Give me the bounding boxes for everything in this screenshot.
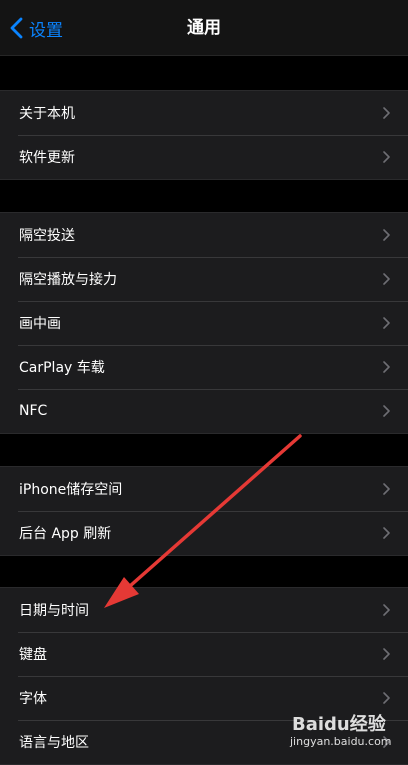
baidu-watermark: Baidu经验 jingyan.baidu.com <box>288 708 400 756</box>
settings-row-date-time[interactable]: 日期与时间 <box>0 588 408 632</box>
chevron-right-icon <box>383 405 390 417</box>
settings-row-iphone-storage[interactable]: iPhone储存空间 <box>0 467 408 511</box>
settings-row-about[interactable]: 关于本机 <box>0 91 408 135</box>
settings-group-storage: iPhone储存空间 后台 App 刷新 <box>0 466 408 556</box>
row-label: 日期与时间 <box>19 603 89 619</box>
row-label: 软件更新 <box>19 150 75 166</box>
chevron-right-icon <box>383 107 390 119</box>
settings-group-about: 关于本机 软件更新 <box>0 90 408 180</box>
chevron-right-icon <box>383 273 390 285</box>
settings-row-airdrop[interactable]: 隔空投送 <box>0 213 408 257</box>
settings-row-software-update[interactable]: 软件更新 <box>0 135 408 179</box>
row-label: 键盘 <box>19 647 47 663</box>
back-button[interactable]: 设置 <box>10 0 63 56</box>
row-label: 关于本机 <box>19 106 75 122</box>
navigation-bar: 设置 通用 <box>0 0 408 56</box>
chevron-right-icon <box>383 648 390 660</box>
row-label: 字体 <box>19 691 47 707</box>
row-label: 隔空投送 <box>19 228 75 244</box>
watermark-url: jingyan.baidu.com <box>290 735 392 748</box>
chevron-right-icon <box>383 692 390 704</box>
settings-row-airplay-handoff[interactable]: 隔空播放与接力 <box>0 257 408 301</box>
settings-group-connectivity: 隔空投送 隔空播放与接力 画中画 CarPlay 车载 NFC <box>0 212 408 434</box>
back-button-label: 设置 <box>29 20 63 41</box>
chevron-right-icon <box>383 317 390 329</box>
row-label: CarPlay 车载 <box>19 360 105 376</box>
baidu-logo: Baidu经验 <box>292 714 386 735</box>
chevron-right-icon <box>383 527 390 539</box>
settings-row-background-app-refresh[interactable]: 后台 App 刷新 <box>0 511 408 555</box>
chevron-right-icon <box>383 229 390 241</box>
chevron-right-icon <box>383 151 390 163</box>
row-label: 画中画 <box>19 316 61 332</box>
settings-row-nfc[interactable]: NFC <box>0 389 408 433</box>
row-label: 后台 App 刷新 <box>19 526 112 542</box>
settings-row-picture-in-picture[interactable]: 画中画 <box>0 301 408 345</box>
row-label: iPhone储存空间 <box>19 482 123 498</box>
chevron-right-icon <box>383 604 390 616</box>
chevron-left-icon <box>10 17 23 39</box>
row-label: NFC <box>19 403 48 419</box>
settings-row-carplay[interactable]: CarPlay 车载 <box>0 345 408 389</box>
row-label: 隔空播放与接力 <box>19 272 117 288</box>
chevron-right-icon <box>383 483 390 495</box>
row-label: 语言与地区 <box>19 735 89 751</box>
settings-row-keyboard[interactable]: 键盘 <box>0 632 408 676</box>
chevron-right-icon <box>383 361 390 373</box>
